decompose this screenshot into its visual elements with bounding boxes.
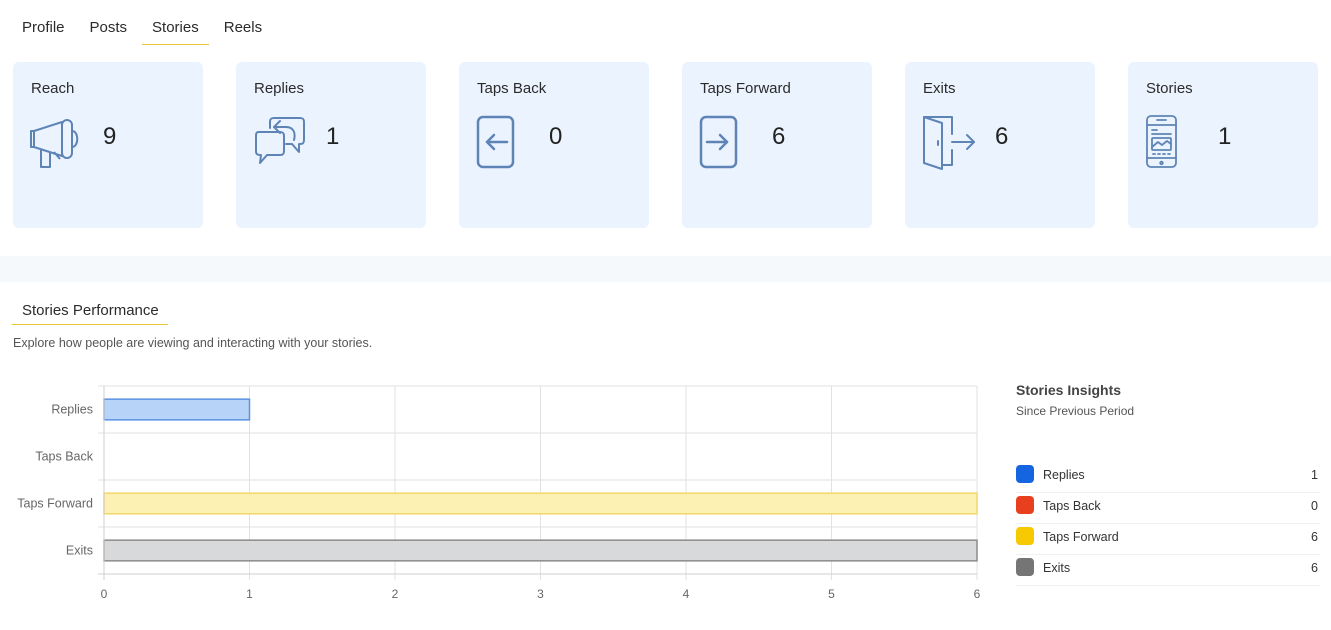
bar-exits [103, 539, 978, 562]
legend-label: Replies [1043, 468, 1085, 482]
tap-forward-icon [699, 115, 738, 169]
insights-subtitle: Since Previous Period [1016, 404, 1135, 418]
card-value: 1 [1218, 123, 1232, 150]
exit-door-icon [923, 116, 975, 170]
insights-panel: Stories Insights Since Previous Period R… [1016, 382, 1320, 586]
card-title: Taps Forward [700, 80, 791, 97]
tab-stories[interactable]: Stories [142, 14, 209, 45]
section-title[interactable]: Stories Performance [12, 301, 168, 325]
legend-swatch [1016, 527, 1034, 545]
section-description: Explore how people are viewing and inter… [13, 336, 373, 350]
replies-card: Replies 1 [236, 62, 426, 228]
x-tick-label: 3 [537, 587, 544, 601]
card-value: 9 [103, 123, 117, 150]
tab-profile[interactable]: Profile [12, 14, 75, 45]
insights-title: Stories Insights [1016, 382, 1122, 398]
x-tick-label: 0 [101, 587, 108, 601]
y-category-label: Taps Back [35, 450, 93, 464]
x-tick-label: 1 [246, 587, 253, 601]
bar-replies [103, 398, 251, 421]
taps-forward-card: Taps Forward 6 [682, 62, 872, 228]
y-category-label: Replies [51, 403, 93, 417]
card-value: 6 [995, 123, 1009, 150]
tab-bar: Profile Posts Stories Reels [12, 14, 277, 45]
legend-swatch [1016, 465, 1034, 483]
legend-label: Exits [1043, 561, 1071, 575]
exits-card: Exits 6 [905, 62, 1095, 228]
x-tick-label: 2 [392, 587, 399, 601]
taps-back-card: Taps Back 0 [459, 62, 649, 228]
phone-story-icon [1146, 115, 1177, 168]
insights-legend: Replies 1 Taps Back 0 Taps Forward 6 Exi… [1016, 462, 1320, 586]
card-value: 6 [772, 123, 786, 150]
tab-posts[interactable]: Posts [80, 14, 138, 45]
y-category-label: Taps Forward [17, 497, 93, 511]
stories-performance-chart: 0 1 2 3 4 5 6 Replies Taps Back Taps Forward Exits [17, 385, 981, 601]
card-value: 0 [549, 123, 563, 150]
x-tick-label: 5 [828, 587, 835, 601]
stories-card: Stories 1 [1128, 62, 1318, 228]
legend-value: 6 [1311, 530, 1318, 544]
legend-row-replies: Replies 1 [1016, 462, 1320, 493]
legend-row-exits: Exits 6 [1016, 555, 1320, 586]
megaphone-icon [30, 119, 79, 168]
x-tick-label: 6 [974, 587, 981, 601]
x-tick-label: 4 [683, 587, 690, 601]
legend-value: 6 [1311, 561, 1318, 575]
legend-label: Taps Back [1043, 499, 1101, 513]
tab-reels[interactable]: Reels [214, 14, 272, 45]
card-title: Exits [923, 80, 956, 97]
card-value: 1 [326, 123, 340, 150]
legend-swatch [1016, 496, 1034, 514]
section-divider [0, 256, 1331, 282]
reply-chat-icon [255, 117, 305, 164]
legend-row-taps-back: Taps Back 0 [1016, 493, 1320, 524]
bar-taps-forward [103, 492, 978, 515]
legend-value: 0 [1311, 499, 1318, 513]
tap-back-icon [476, 115, 515, 169]
legend-value: 1 [1311, 468, 1318, 482]
card-title: Stories [1146, 80, 1193, 97]
card-title: Reach [31, 80, 75, 97]
legend-row-taps-forward: Taps Forward 6 [1016, 524, 1320, 555]
y-category-label: Exits [66, 544, 93, 558]
card-title: Taps Back [477, 80, 547, 97]
card-title: Replies [254, 80, 305, 97]
legend-label: Taps Forward [1043, 530, 1119, 544]
legend-swatch [1016, 558, 1034, 576]
reach-card: Reach 9 [13, 62, 203, 228]
